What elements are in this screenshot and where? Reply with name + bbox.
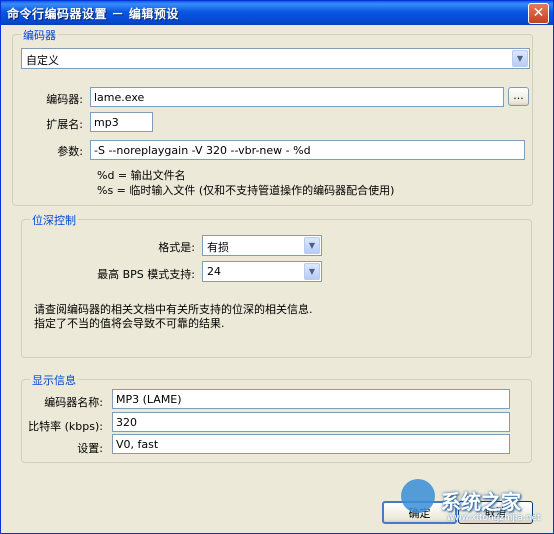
- chevron-down-icon[interactable]: ▼: [304, 237, 320, 254]
- watermark-url: www.xitongzhijia.net: [447, 513, 541, 523]
- dialog-window: 命令行编码器设置 － 编辑预设 ✕ 编码器 自定义 ▼ 编码器: lame.ex…: [0, 0, 554, 534]
- bitdepth-note-2: 指定了不当的值将会导致不可靠的结果.: [34, 317, 225, 330]
- encoder-name-value: MP3 (LAME): [116, 393, 182, 406]
- parameters-field[interactable]: -S --noreplaygain -V 320 --vbr-new - %d: [90, 140, 525, 160]
- bitdepth-group-legend: 位深控制: [30, 212, 78, 228]
- chevron-down-icon[interactable]: ▼: [512, 50, 528, 67]
- parameters-label: 参数:: [57, 145, 83, 158]
- format-value: 有损: [207, 241, 229, 254]
- encoder-label: 编码器:: [46, 93, 83, 106]
- format-select[interactable]: 有损 ▼: [202, 235, 322, 256]
- max-bps-label: 最高 BPS 模式支持:: [97, 268, 195, 281]
- watermark-logo-icon: [401, 479, 435, 513]
- encoder-group-legend: 编码器: [21, 27, 58, 43]
- parameters-value: -S --noreplaygain -V 320 --vbr-new - %d: [94, 144, 311, 157]
- settings-label: 设置:: [77, 442, 103, 455]
- encoder-path-field[interactable]: lame.exe: [90, 87, 504, 107]
- extension-label: 扩展名:: [46, 118, 83, 131]
- close-icon[interactable]: ✕: [528, 3, 549, 24]
- hint-output-filename: %d = 输出文件名: [97, 169, 186, 182]
- bitrate-field[interactable]: 320: [112, 412, 510, 432]
- hint-temp-input-file: %s = 临时输入文件 (仅和不支持管道操作的编码器配合使用): [97, 184, 395, 197]
- max-bps-value: 24: [207, 265, 221, 278]
- preset-value: 自定义: [26, 54, 59, 67]
- settings-value: V0, fast: [116, 438, 159, 451]
- watermark-text: 系统之家: [441, 490, 521, 514]
- encoder-path-value: lame.exe: [94, 91, 145, 104]
- title-bar[interactable]: 命令行编码器设置 － 编辑预设 ✕: [1, 1, 553, 25]
- chevron-down-icon[interactable]: ▼: [304, 263, 320, 280]
- preset-select[interactable]: 自定义 ▼: [21, 48, 530, 69]
- display-info-group-legend: 显示信息: [30, 372, 78, 388]
- extension-field[interactable]: mp3: [90, 112, 153, 132]
- extension-value: mp3: [94, 116, 119, 129]
- browse-button[interactable]: ...: [508, 87, 529, 106]
- bitrate-value: 320: [116, 416, 137, 429]
- bitrate-label: 比特率 (kbps):: [28, 420, 103, 433]
- format-label: 格式是:: [158, 241, 195, 254]
- settings-field[interactable]: V0, fast: [112, 434, 510, 454]
- max-bps-select[interactable]: 24 ▼: [202, 261, 322, 282]
- encoder-name-field[interactable]: MP3 (LAME): [112, 389, 510, 409]
- window-title: 命令行编码器设置 － 编辑预设: [7, 7, 179, 21]
- encoder-name-label: 编码器名称:: [44, 396, 103, 409]
